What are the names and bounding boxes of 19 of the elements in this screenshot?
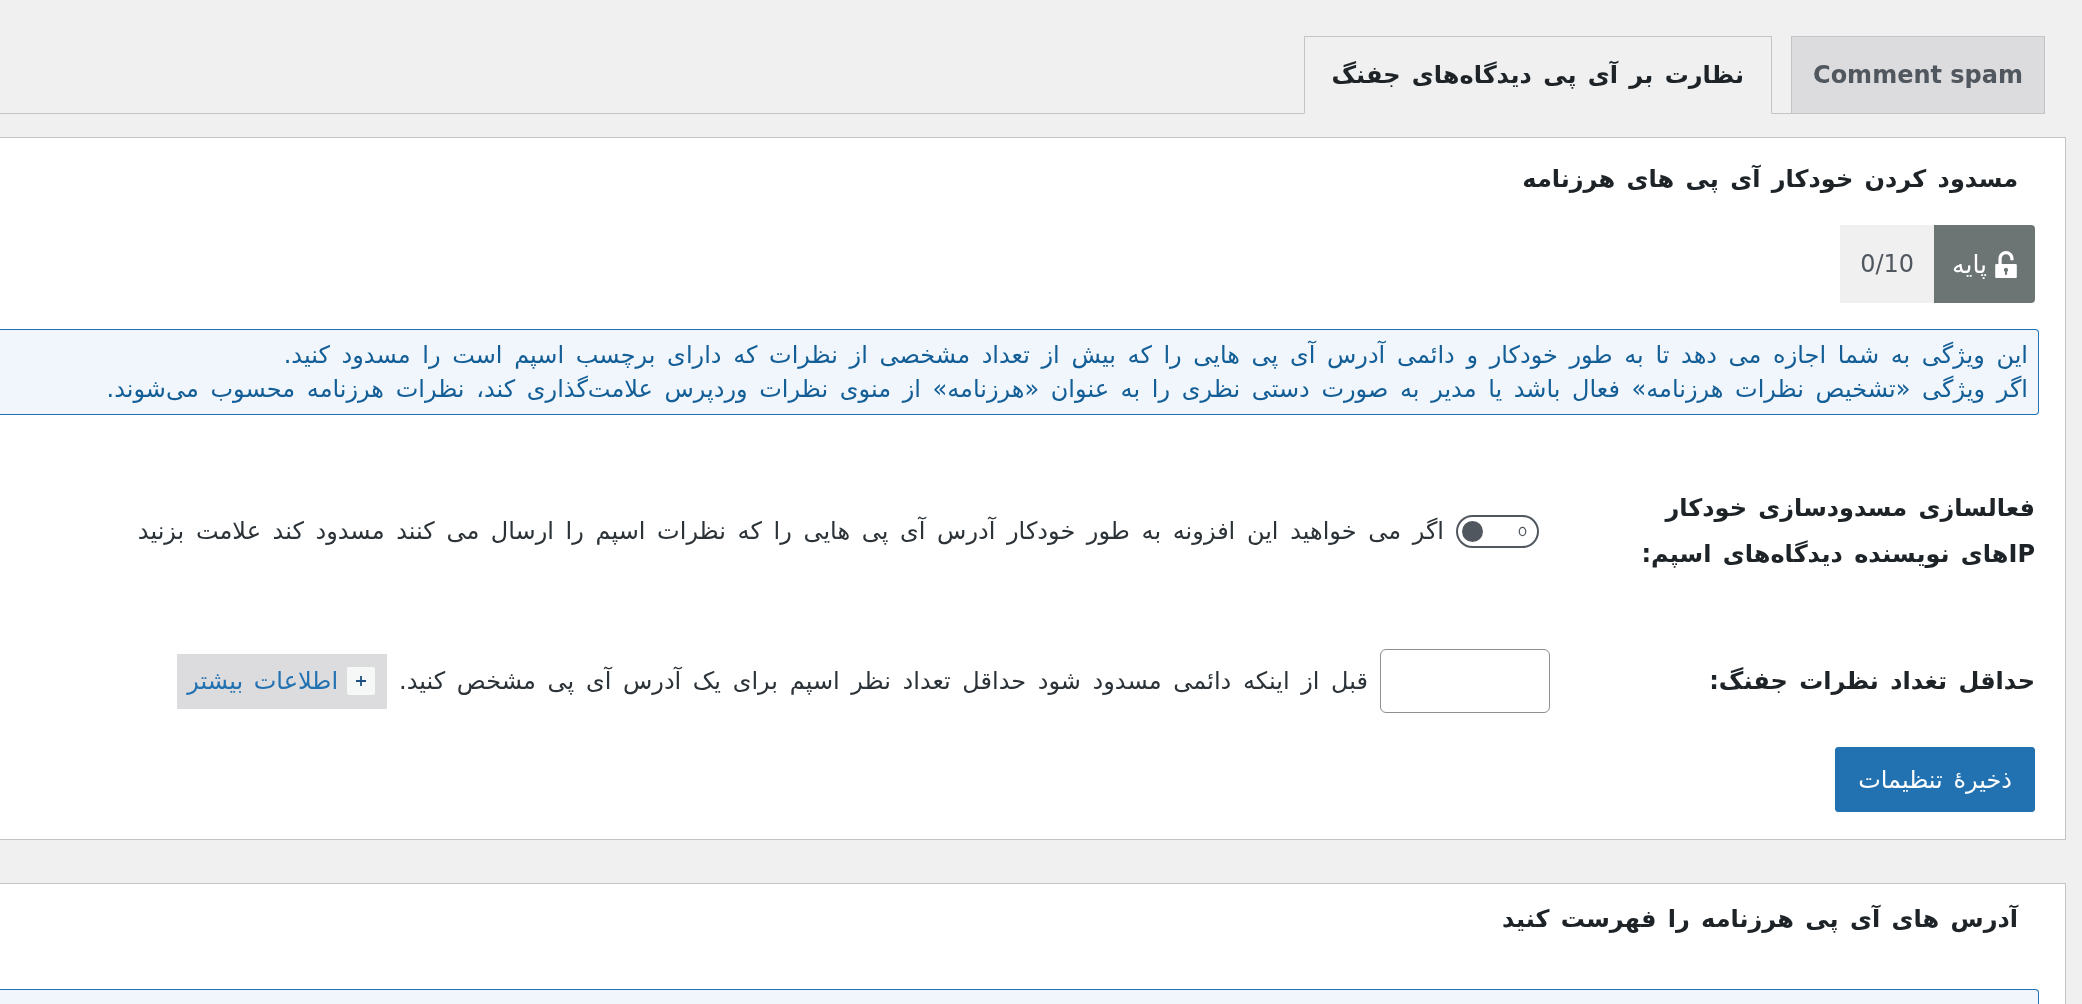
notice-text: این ویژگی به شما اجازه می دهد تا به طور خودکار و دائمی آدرس آی پی هایی را که بیش از تعداد مشخصی از نظرات که دارای برچسب اسپم است را مسدود کنید.	[283, 339, 2028, 371]
setting-description: قبل از اینکه دائمی مسدود شود حداقل تعداد نظر اسپم برای یک آدرس آی پی مشخص کنید.	[399, 665, 1368, 697]
section-heading: آدرس های آی پی هرزنامه را فهرست کنید	[1502, 903, 2020, 935]
setting-description: اگر می خواهید این افزونه به طور خودکار آدرس آی پی هایی را که نظرات اسپم را ارسال می کنند مسدود کند علامت بزنید	[137, 515, 1444, 547]
tier-label: پایه	[1952, 249, 1987, 279]
setting-label: فعالسازی مسدودسازی خودکار IPهای نویسنده دیدگاه‌های اسپم:	[1641, 494, 2035, 568]
save-button[interactable]: ذخیرهٔ تنظیمات	[1835, 747, 2035, 812]
more-info-button[interactable]: اطلاعات بیشتر	[177, 653, 388, 709]
section-heading: مسدود کردن خودکار آی پی های هرزنامه	[1522, 163, 2019, 195]
tab[interactable]: Comment spam	[1791, 36, 2045, 114]
ring-icon	[1518, 525, 1527, 537]
setting-label: حداقل تغداد نظرات جفنگ:	[1709, 667, 2035, 695]
number-input[interactable]	[1380, 649, 1550, 713]
score-badge: 0/10	[1840, 225, 1935, 303]
toggle-switch[interactable]	[1456, 514, 1539, 548]
tab[interactable]: نظارت بر آی پی دیدگاه‌های جفنگ	[1303, 36, 1772, 114]
plus-icon	[347, 667, 376, 695]
padlock-icon	[1995, 250, 2017, 278]
notice-text: اگر ویژگی «تشخیص نظرات هرزنامه» فعال باشد یا مدیر به صورت دستی نظری را به عنوان «هرزنامه» از منوی نظرات وردپرس علامت‌گذاری کند، نظرات هرزنامه محسوب می‌شوند.	[106, 374, 2028, 405]
